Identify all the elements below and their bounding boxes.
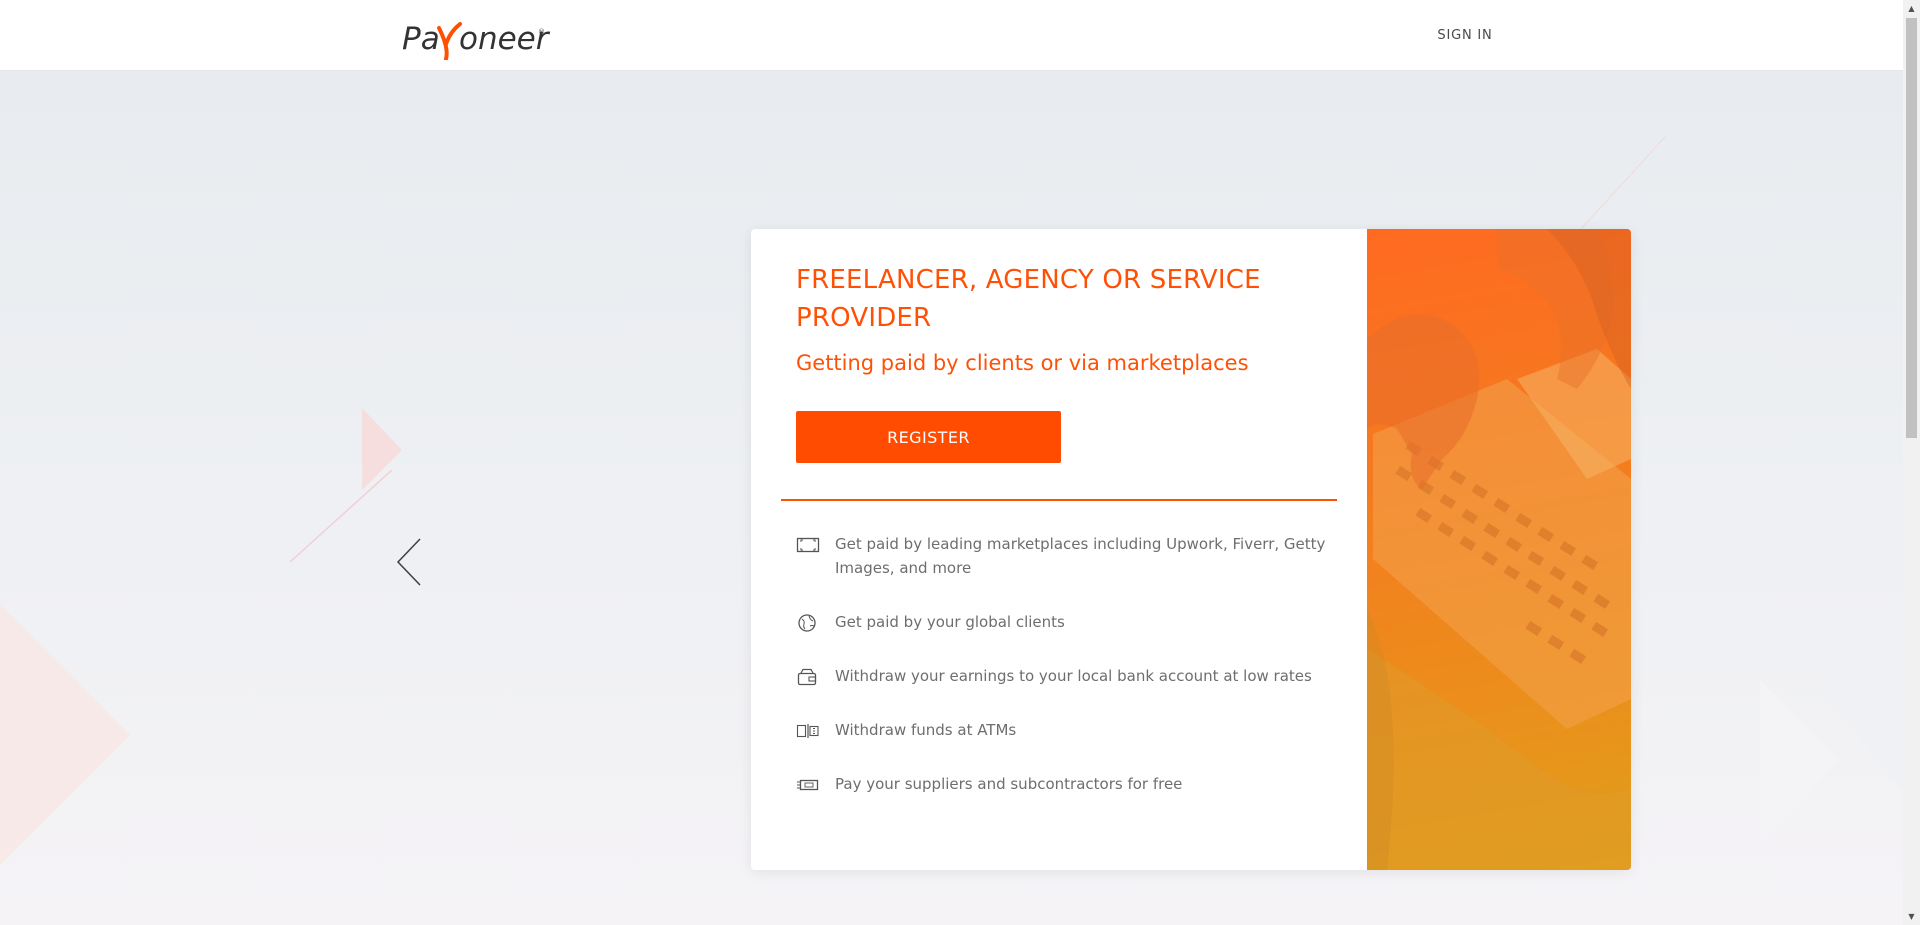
card-divider <box>781 499 1337 501</box>
feature-item: Pay your suppliers and subcontractors fo… <box>796 772 1336 796</box>
card-content: FREELANCER, AGENCY OR SERVICE PROVIDER G… <box>751 229 1367 870</box>
feature-text: Get paid by leading marketplaces includi… <box>835 535 1326 577</box>
wallet-icon <box>796 667 820 687</box>
top-header: Pa oneer ® SIGN IN <box>0 0 1903 71</box>
svg-text:Pa: Pa <box>402 21 440 57</box>
scroll-down-icon[interactable]: ▼ <box>1903 908 1920 925</box>
money-icon <box>796 775 820 795</box>
feature-text: Pay your suppliers and subcontractors fo… <box>835 775 1183 793</box>
card-title: FREELANCER, AGENCY OR SERVICE PROVIDER <box>796 265 1261 333</box>
payoneer-logo[interactable]: Pa oneer ® <box>402 14 552 60</box>
feature-item: Get paid by leading marketplaces includi… <box>796 532 1336 580</box>
card-image <box>1367 229 1631 870</box>
laptop-hands-illustration <box>1367 229 1631 870</box>
feature-item: Get paid by your global clients <box>796 610 1336 634</box>
feature-item: Withdraw your earnings to your local ban… <box>796 664 1336 688</box>
feature-text: Withdraw funds at ATMs <box>835 721 1017 739</box>
feature-text: Withdraw your earnings to your local ban… <box>835 667 1312 685</box>
atm-icon <box>796 721 820 741</box>
chevron-left-icon <box>396 538 421 586</box>
scrollbar-thumb[interactable] <box>1906 18 1917 438</box>
scroll-up-icon[interactable]: ▲ <box>1903 0 1920 17</box>
feature-text: Get paid by your global clients <box>835 613 1065 631</box>
carousel-prev-button[interactable] <box>390 535 430 589</box>
globe-icon <box>796 613 820 633</box>
svg-text:oneer: oneer <box>459 21 551 57</box>
account-type-card: FREELANCER, AGENCY OR SERVICE PROVIDER G… <box>751 229 1631 870</box>
svg-text:®: ® <box>538 28 545 36</box>
register-button[interactable]: REGISTER <box>796 411 1061 463</box>
page-scrollbar[interactable]: ▲ ▼ <box>1903 0 1920 925</box>
viewport: Pa oneer ® SIGN IN FREELANCER, AGENCY OR… <box>0 0 1920 925</box>
marketplace-icon <box>796 535 820 555</box>
sign-in-link[interactable]: SIGN IN <box>1420 22 1510 50</box>
feature-list: Get paid by leading marketplaces includi… <box>796 532 1336 826</box>
card-subtitle: Getting paid by clients or via marketpla… <box>796 351 1249 375</box>
feature-item: Withdraw funds at ATMs <box>796 718 1336 742</box>
